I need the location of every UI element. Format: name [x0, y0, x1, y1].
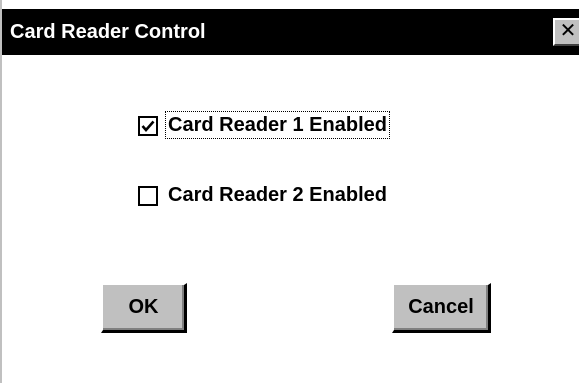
close-icon: ✕	[559, 20, 577, 42]
card-reader-2-checkbox[interactable]	[138, 186, 158, 206]
close-button[interactable]: ✕	[553, 18, 579, 46]
title-bar[interactable]: Card Reader Control ✕	[2, 9, 579, 55]
card-reader-2-label[interactable]: Card Reader 2 Enabled	[166, 182, 389, 208]
window-title: Card Reader Control	[10, 21, 206, 43]
card-reader-dialog: Card Reader Control ✕ Card Reader 1 Enab…	[0, 0, 579, 383]
cancel-button[interactable]: Cancel	[392, 283, 491, 333]
ok-button[interactable]: OK	[101, 283, 187, 333]
checkmark-icon	[141, 120, 155, 132]
card-reader-1-label[interactable]: Card Reader 1 Enabled	[165, 111, 390, 139]
card-reader-1-checkbox[interactable]	[138, 116, 158, 136]
